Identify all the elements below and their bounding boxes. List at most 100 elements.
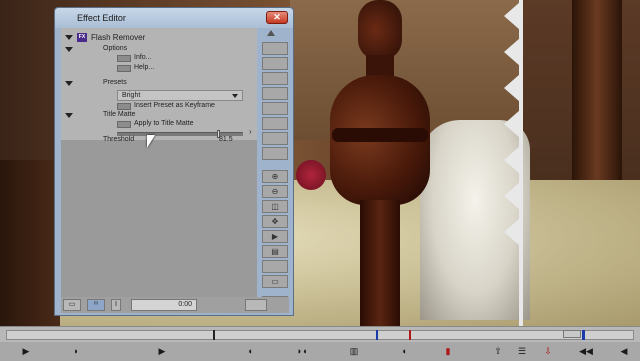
record-button[interactable]: ▮ — [440, 345, 456, 357]
position-marker-red[interactable] — [409, 330, 411, 340]
collapse-triangle-icon[interactable] — [65, 35, 73, 40]
timecode-display: 0:00 — [131, 299, 197, 311]
bedpost-stem — [360, 200, 400, 326]
play-reverse-button[interactable]: ▶ — [18, 345, 34, 357]
step-back-button[interactable]: ◀ — [616, 345, 632, 357]
apply-title-matte-label[interactable]: Apply to Title Matte — [134, 120, 194, 127]
motion-icon: ᵐ — [93, 301, 98, 308]
lift-icon: ⇧ — [494, 346, 502, 356]
effect-editor-window: Effect Editor ✕ FX Flash Remover Options… — [54, 7, 294, 316]
palette-button[interactable] — [262, 117, 288, 130]
monitor-icon: ▭ — [68, 301, 76, 308]
dropdown-arrow-icon — [232, 94, 238, 98]
mark-in-icon: ◖ — [247, 346, 253, 356]
scroll-up-icon[interactable] — [267, 30, 275, 36]
render-icon: ▤ — [271, 247, 279, 256]
palette-button[interactable] — [262, 147, 288, 160]
monitor-toggle-button[interactable]: ▭ — [63, 299, 81, 311]
in-point-marker-icon[interactable] — [213, 330, 215, 340]
insert-preset-label[interactable]: Insert Preset as Keyframe — [134, 102, 215, 109]
render-button[interactable]: ▤ — [262, 245, 288, 258]
edge-arrow-icon — [504, 74, 520, 102]
title-matte-triangle-icon[interactable] — [65, 113, 73, 118]
play-icon: ▶ — [158, 346, 166, 356]
edge-arrows — [504, 2, 524, 252]
effect-tool-palette: ⊕ ⊖ ◫ ✥ ▶ ▤ ▭ ⟋ — [259, 28, 291, 309]
bedpost — [330, 0, 430, 326]
play-preview-button[interactable]: ▶ — [262, 230, 288, 243]
position-marker-blue[interactable] — [376, 330, 378, 340]
zoom-in-button[interactable]: ⊕ — [262, 170, 288, 183]
overwrite-icon: ◖ — [401, 346, 407, 356]
lift-button[interactable]: ⇧ — [490, 345, 506, 357]
play-button[interactable]: ▶ — [154, 345, 170, 357]
record-icon: ▮ — [445, 346, 451, 356]
extract-button[interactable]: ☰ — [514, 345, 530, 357]
effect-parameters-panel: FX Flash Remover Options Info... Help...… — [61, 28, 257, 297]
editor-bottom-bar: ▭ ᵐ I 0:00 — [61, 297, 289, 313]
play-icon: ▶ — [22, 346, 30, 356]
mark-out-icon: ◗ — [73, 346, 79, 356]
keyframe-icon: I — [115, 301, 117, 308]
presets-select[interactable]: Bright — [117, 90, 243, 101]
palette-button[interactable] — [262, 260, 288, 273]
title-matte-label: Title Matte — [103, 111, 136, 118]
playhead-marker[interactable] — [582, 330, 585, 340]
edge-arrow-icon — [504, 110, 520, 138]
close-icon: ✕ — [273, 12, 281, 22]
rewind-button[interactable]: ◀◀ — [578, 345, 594, 357]
slider-right-arrow-icon[interactable]: › — [249, 127, 252, 136]
clear-marks-button[interactable]: ◗◖ — [294, 345, 310, 357]
palette-button[interactable] — [262, 57, 288, 70]
timeline-ruler[interactable] — [6, 330, 634, 340]
threshold-label: Threshold — [103, 136, 135, 143]
help-button[interactable] — [117, 65, 131, 72]
presets-label: Presets — [103, 79, 127, 86]
parameters-area: FX Flash Remover Options Info... Help...… — [61, 28, 257, 143]
title-bar[interactable]: Effect Editor ✕ — [55, 8, 293, 28]
info-label[interactable]: Info... — [134, 54, 152, 61]
mouse-cursor-icon — [147, 135, 155, 148]
mark-in-button[interactable]: ◖ — [242, 345, 258, 357]
mark-out-button[interactable]: ◗ — [68, 345, 84, 357]
threshold-value: 81.5 — [219, 136, 233, 143]
split-view-icon: ◫ — [271, 202, 279, 211]
bottom-bar-button[interactable] — [245, 299, 267, 311]
info-button[interactable] — [117, 55, 131, 62]
effect-badge-icon: FX — [77, 33, 87, 42]
palette-button[interactable] — [262, 42, 288, 55]
help-label[interactable]: Help... — [134, 64, 154, 71]
palette-button[interactable] — [262, 72, 288, 85]
close-button[interactable]: ✕ — [266, 11, 288, 24]
render-effect-button[interactable]: ⇩ — [540, 345, 556, 357]
right-bedpost — [572, 0, 622, 200]
left-bed-frame — [0, 160, 60, 326]
bedpost-top — [358, 0, 402, 60]
splice-icon: ▥ — [349, 346, 359, 356]
window-title: Effect Editor — [77, 13, 126, 23]
split-view-button[interactable]: ◫ — [262, 200, 288, 213]
palette-button[interactable] — [262, 102, 288, 115]
apply-title-matte-checkbox[interactable] — [117, 121, 131, 128]
presets-triangle-icon[interactable] — [65, 81, 73, 86]
render-effect-icon: ⇩ — [544, 346, 552, 356]
splice-button[interactable]: ▥ — [346, 345, 362, 357]
zoom-out-button[interactable]: ⊖ — [262, 185, 288, 198]
palette-button[interactable] — [262, 87, 288, 100]
palette-button[interactable] — [262, 132, 288, 145]
flowers — [296, 160, 326, 190]
transform-button[interactable]: ✥ — [262, 215, 288, 228]
monitor-icon: ▭ — [271, 277, 279, 286]
options-triangle-icon[interactable] — [65, 47, 73, 52]
insert-preset-button[interactable] — [117, 103, 131, 110]
timeline-bar: ▶ ◗ ▶ ◖ ◗◖ ▥ ◖ ▮ ⇧ ☰ ⇩ ◀◀ ◀ — [0, 326, 640, 361]
zoom-out-icon: ⊖ — [271, 187, 279, 196]
keyframe-indicator-button[interactable]: I — [111, 299, 121, 311]
edge-arrow-icon — [504, 182, 520, 210]
bedpost-ring — [332, 128, 428, 142]
monitor-button[interactable]: ▭ — [262, 275, 288, 288]
edge-arrow-icon — [504, 218, 520, 246]
motion-button[interactable]: ᵐ — [87, 299, 105, 311]
timeline-slider-thumb[interactable] — [563, 330, 581, 338]
overwrite-button[interactable]: ◖ — [396, 345, 412, 357]
